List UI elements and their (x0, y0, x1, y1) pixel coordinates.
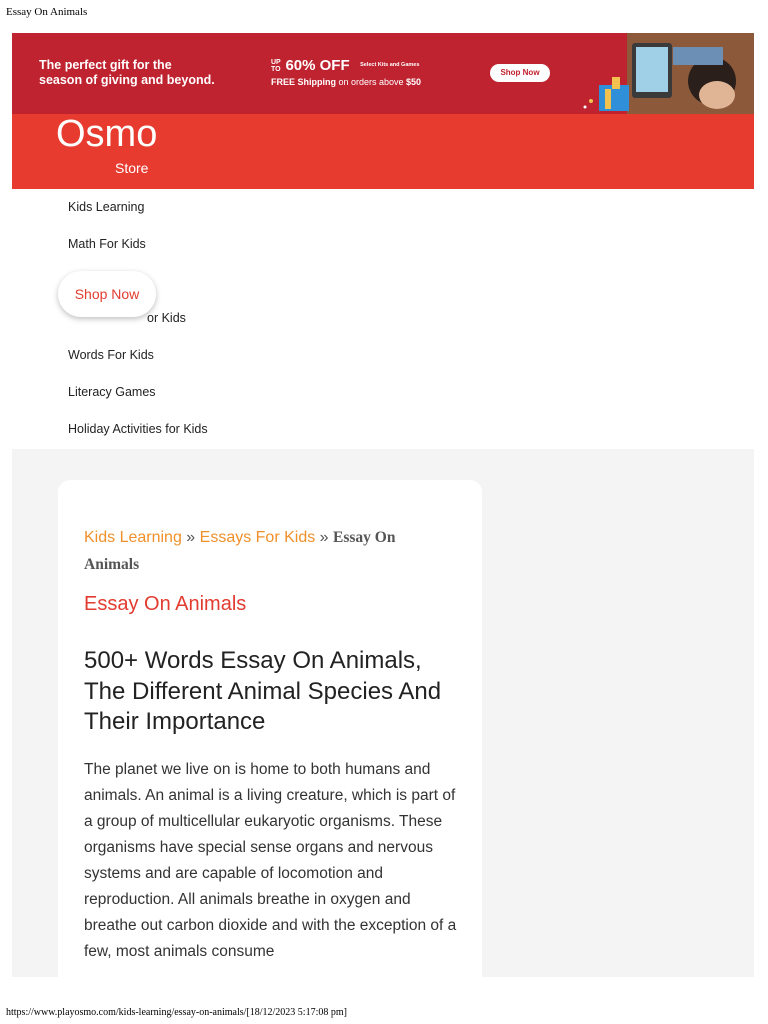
osmo-logo[interactable]: Osmo (56, 114, 180, 154)
nav-item-partial[interactable]: or Kids (147, 311, 186, 325)
print-footer-url: https://www.playosmo.com/kids-learning/e… (6, 1007, 347, 1018)
nav-item-kids-learning[interactable]: Kids Learning (68, 200, 144, 214)
page-viewport: The perfect gift for the season of givin… (12, 33, 754, 977)
nav-item-words-for-kids[interactable]: Words For Kids (68, 348, 154, 362)
shop-now-button[interactable]: Shop Now (58, 271, 156, 317)
promo-line-2: season of giving and beyond. (39, 73, 215, 87)
nav-menu: Kids Learning Math For Kids or Kids Word… (12, 189, 754, 449)
article-body: The planet we live on is home to both hu… (84, 761, 457, 960)
breadcrumb-essays-for-kids[interactable]: Essays For Kids (200, 529, 316, 546)
promo-tagline: The perfect gift for the season of givin… (39, 58, 259, 88)
article-title: 500+ Words Essay On Animals, The Differe… (84, 647, 442, 735)
site-header: Osmo Store (12, 114, 754, 189)
nav-item-literacy-games[interactable]: Literacy Games (68, 385, 156, 399)
breadcrumb-separator: » (181, 529, 200, 546)
promo-discount: 60% OFF (285, 57, 350, 74)
breadcrumb: Kids Learning » Essays For Kids » Essay … (84, 524, 414, 578)
breadcrumb-kids-learning[interactable]: Kids Learning (84, 529, 182, 546)
promo-banner[interactable]: The perfect gift for the season of givin… (12, 33, 754, 114)
promo-shop-now-button[interactable]: Shop Now (490, 64, 550, 82)
promo-offer: UP TO 60% OFF Select Kits and Games (271, 57, 419, 75)
article-card: Kids Learning » Essays For Kids » Essay … (58, 480, 482, 977)
page-title: Essay On Animals (84, 593, 247, 615)
nav-item-math-for-kids[interactable]: Math For Kids (68, 237, 146, 251)
print-page-title: Essay On Animals (6, 6, 88, 18)
promo-shipping: FREE Shipping on orders above $50 (271, 77, 422, 87)
promo-photo-kid-with-tablet (577, 33, 754, 114)
nav-item-holiday-activities[interactable]: Holiday Activities for Kids (68, 422, 208, 436)
svg-text:Osmo: Osmo (56, 114, 157, 154)
breadcrumb-separator: » (315, 529, 334, 546)
promo-upto: UP TO (271, 59, 281, 73)
promo-select-text: Select Kits and Games (360, 62, 420, 68)
store-link[interactable]: Store (115, 160, 148, 176)
promo-line-1: The perfect gift for the (39, 58, 172, 72)
